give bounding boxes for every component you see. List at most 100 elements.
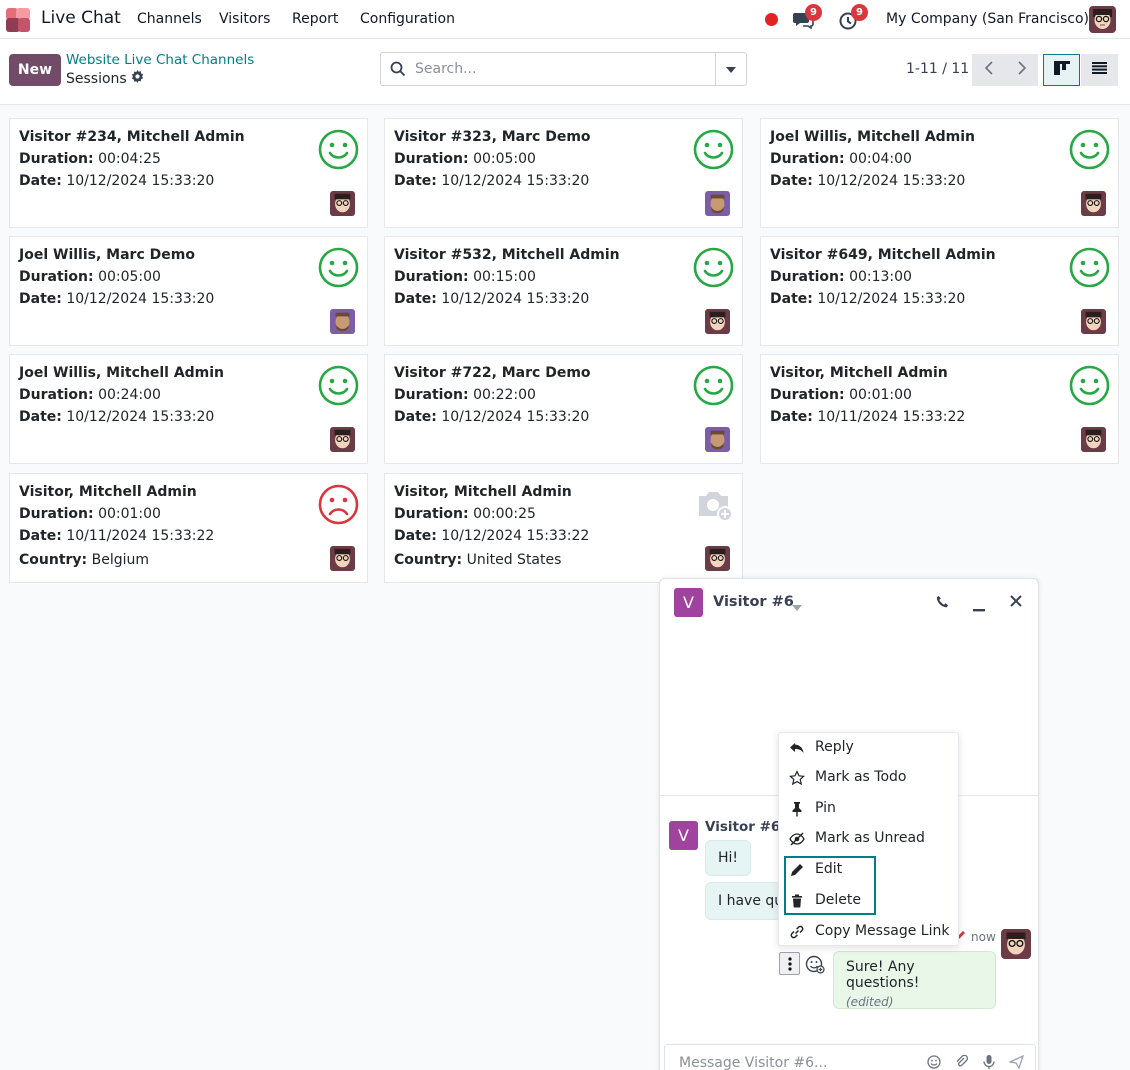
chevron-down-icon[interactable] (792, 599, 802, 615)
happy-face-icon (318, 247, 359, 288)
session-title: Visitor #722, Marc Demo (394, 365, 591, 381)
paperclip-icon[interactable] (955, 1054, 969, 1070)
session-date-value: 10/12/2024 15:33:20 (441, 291, 590, 307)
pager-value[interactable]: 1-11 / 11 (906, 61, 969, 77)
operator-avatar (1081, 309, 1106, 334)
session-duration-value: 00:24:00 (98, 387, 161, 403)
session-date: Date: 10/12/2024 15:33:20 (19, 409, 214, 425)
session-duration-value: 00:01:00 (849, 387, 912, 403)
top-navbar: Live Chat Channels Visitors Report Confi… (0, 0, 1130, 39)
session-duration-label: Duration: (770, 151, 845, 167)
session-country-label: Country: (394, 552, 463, 568)
session-duration: Duration: 00:13:00 (770, 269, 912, 285)
menu-item-reply[interactable]: Reply (779, 733, 960, 763)
menu-channels[interactable]: Channels (137, 11, 202, 27)
kanban-view-button[interactable] (1043, 54, 1080, 86)
edit-delete-highlight-box (784, 856, 876, 915)
session-duration: Duration: 00:04:25 (19, 151, 161, 167)
session-date: Date: 10/11/2024 15:33:22 (770, 409, 965, 425)
operator-avatar (1081, 427, 1106, 452)
operator-avatar (705, 427, 730, 452)
session-card[interactable]: Visitor #722, Marc Demo Duration: 00:22:0… (384, 354, 743, 464)
menu-item-pin[interactable]: Pin (779, 794, 960, 824)
menu-report[interactable]: Report (292, 11, 338, 27)
list-view-button[interactable] (1081, 54, 1118, 86)
company-switcher[interactable]: My Company (San Francisco) (886, 11, 1089, 27)
menu-configuration[interactable]: Configuration (360, 11, 455, 27)
session-card[interactable]: Visitor, Mitchell Admin Duration: 00:00:2… (384, 473, 743, 583)
session-card[interactable]: Visitor, Mitchell Admin Duration: 00:01:0… (9, 473, 368, 583)
session-card[interactable]: Joel Willis, Mitchell Admin Duration: 00:… (9, 354, 368, 464)
session-title: Joel Willis, Marc Demo (19, 247, 195, 263)
search-input[interactable]: Search... (415, 61, 476, 77)
session-country: Country: United States (394, 552, 561, 568)
recording-indicator-icon[interactable] (765, 13, 778, 26)
new-button[interactable]: New (9, 54, 61, 86)
menu-item-mark-as-todo[interactable]: Mark as Todo (779, 763, 960, 793)
session-card[interactable]: Visitor #323, Marc Demo Duration: 00:05:0… (384, 118, 743, 228)
session-duration: Duration: 00:24:00 (19, 387, 161, 403)
emoji-icon[interactable] (927, 1055, 941, 1070)
reply-icon (789, 740, 805, 756)
session-card[interactable]: Joel Willis, Marc Demo Duration: 00:05:00… (9, 236, 368, 346)
session-duration-label: Duration: (394, 506, 469, 522)
chevron-right-icon (1017, 61, 1026, 79)
menu-item-copy-link[interactable]: Copy Message Link (779, 917, 960, 947)
chat-title[interactable]: Visitor #6 (713, 594, 794, 610)
menu-item-label: Copy Message Link (815, 923, 950, 939)
session-date: Date: 10/11/2024 15:33:22 (19, 528, 214, 544)
chat-header: V Visitor #6 (660, 579, 1038, 625)
activities-badge: 9 (851, 4, 868, 21)
live-chat-logo-icon[interactable] (6, 8, 32, 32)
menu-item-mark-as-unread[interactable]: Mark as Unread (779, 824, 960, 854)
menu-item-label: Mark as Todo (815, 769, 907, 785)
session-duration-value: 00:05:00 (473, 151, 536, 167)
search-options-toggle[interactable] (715, 53, 746, 85)
session-date-value: 10/12/2024 15:33:20 (66, 409, 215, 425)
gear-icon[interactable] (131, 70, 144, 87)
pager-next-button[interactable] (1005, 54, 1038, 86)
user-avatar[interactable] (1089, 6, 1116, 33)
session-title: Visitor, Mitchell Admin (770, 365, 948, 381)
session-duration: Duration: 00:00:25 (394, 506, 536, 522)
breadcrumb-parent-link[interactable]: Website Live Chat Channels (66, 52, 254, 68)
own-message-bubble[interactable]: Sure! Any questions! (edited) (833, 951, 996, 1009)
session-date-label: Date: (394, 528, 437, 544)
vertical-dots-icon (788, 957, 792, 975)
operator-avatar (330, 191, 355, 216)
happy-face-icon (693, 129, 734, 170)
session-card[interactable]: Visitor #532, Mitchell Admin Duration: 00… (384, 236, 743, 346)
happy-face-icon (1069, 247, 1110, 288)
send-icon[interactable] (1007, 1054, 1025, 1070)
session-card[interactable]: Joel Willis, Mitchell Admin Duration: 00:… (760, 118, 1119, 228)
session-card[interactable]: Visitor #649, Mitchell Admin Duration: 00… (760, 236, 1119, 346)
activities-clock-icon[interactable]: 9 (838, 4, 868, 31)
happy-face-icon (318, 129, 359, 170)
session-date: Date: 10/12/2024 15:33:20 (19, 173, 214, 189)
message-input[interactable]: Message Visitor #6... (679, 1055, 827, 1070)
phone-icon[interactable] (936, 595, 949, 612)
messages-icon[interactable]: 9 (792, 4, 822, 31)
session-duration-label: Duration: (394, 269, 469, 285)
minimize-icon[interactable] (973, 600, 985, 616)
session-date-value: 10/12/2024 15:33:20 (441, 173, 590, 189)
close-icon[interactable] (1010, 595, 1022, 611)
session-card[interactable]: Visitor, Mitchell Admin Duration: 00:01:0… (760, 354, 1119, 464)
chevron-left-icon (984, 61, 993, 79)
operator-avatar (330, 546, 355, 571)
menu-visitors[interactable]: Visitors (219, 11, 270, 27)
edited-label: (edited) (846, 995, 894, 1009)
add-reaction-icon[interactable] (805, 954, 825, 978)
app-name[interactable]: Live Chat (41, 8, 121, 28)
session-date: Date: 10/12/2024 15:33:20 (770, 291, 965, 307)
message-actions-button[interactable] (779, 952, 800, 975)
session-duration-value: 00:22:00 (473, 387, 536, 403)
message-bubble[interactable]: Hi! (705, 840, 752, 876)
session-duration-label: Duration: (19, 506, 94, 522)
pager-previous-button[interactable] (972, 54, 1005, 86)
search-icon (390, 61, 406, 81)
session-duration: Duration: 00:04:00 (770, 151, 912, 167)
microphone-icon[interactable] (983, 1055, 995, 1070)
session-card[interactable]: Visitor #234, Mitchell Admin Duration: 00… (9, 118, 368, 228)
add-photo-icon (693, 484, 734, 525)
